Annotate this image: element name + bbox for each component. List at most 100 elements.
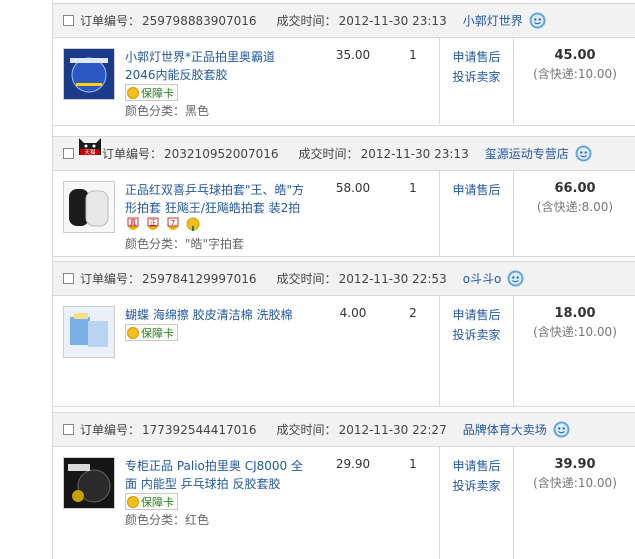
guarantee-card-icon [127,326,139,339]
shop-link[interactable]: 玺源运动专营店 [485,145,569,162]
order-card: 天猫 订单编号： 203210952007016 成交时间： 2012-11-3… [53,136,635,257]
product-thumbnail[interactable] [63,457,115,509]
shop-link[interactable]: 品牌体育大卖场 [463,421,547,438]
guarantee-coin-icon[interactable] [185,216,201,232]
authentic-badge-text: 真 [130,218,137,227]
genuine-badge-text: 正 [150,219,157,227]
quantity: 1 [409,181,417,195]
total-cell: 39.90 (含快递:10.00) [515,447,635,491]
total-cell: 66.00 (含快递:8.00) [515,171,635,215]
tmall-badge-text: 天猫 [84,148,96,156]
shop-link[interactable]: o斗斗o [463,270,502,287]
complain-seller-link[interactable]: 投诉卖家 [440,476,513,496]
apply-after-sale-link[interactable]: 申请售后 [440,180,513,200]
order-total: 18.00 [554,306,596,321]
order-number: 259784129997016 [142,271,257,286]
product-title-link[interactable]: 专柜正品 Palio拍里奥 CJ8000 全面 内能型 乒乓球拍 反胶套胶 [125,457,305,493]
apply-after-sale-link[interactable]: 申请售后 [440,456,513,476]
order-select-checkbox[interactable] [63,148,74,159]
wangwang-chat-icon[interactable] [529,12,546,29]
seven-day-return-icon[interactable]: 7 [165,216,181,232]
order-body: 小郭灯世界*正品拍里奥霸道2046内能反胶套胶 保障卡 颜色分类：黑色 35.0… [53,38,635,124]
apply-after-sale-link[interactable]: 申请售后 [440,47,513,67]
deal-time-label: 成交时间： [298,147,359,161]
seven-day-return-text: 7 [171,219,175,227]
shipping-fee: (含快递:8.00) [536,200,614,214]
quantity: 1 [409,457,417,471]
wangwang-chat-icon[interactable] [575,145,592,162]
order-total: 39.90 [554,457,596,472]
product-badges: 保障卡 [125,493,178,510]
wangwang-chat-icon[interactable] [553,421,570,438]
order-card: 订单编号： 259784129997016 成交时间： 2012-11-30 2… [53,261,635,407]
order-select-checkbox[interactable] [63,15,74,26]
order-number-label: 订单编号： [80,272,141,286]
unit-price: 29.90 [335,457,371,471]
order-select-checkbox[interactable] [63,273,74,284]
product-thumbnail[interactable] [63,306,115,358]
guarantee-card-badge[interactable]: 保障卡 [125,324,178,341]
order-body: 正品红双喜乒乓球拍套"王、皓"方形拍套 狂飚王/狂飚皓拍套 装2拍 真 正 7 … [53,171,635,257]
product-thumbnail[interactable] [63,181,115,233]
deal-time-label: 成交时间： [276,423,337,437]
product-spec: 颜色分类："皓"字拍套 [125,237,245,251]
guarantee-card-icon [127,86,139,99]
actions-cell: 申请售后 [439,171,514,257]
guarantee-card-icon [127,495,139,508]
product-title-link[interactable]: 蝴蝶 海绵擦 胶皮清洁棉 洗胶棉 [125,306,305,324]
quantity: 1 [409,48,417,62]
tmall-cat-icon: 天猫 [79,138,101,156]
quantity: 2 [409,306,417,320]
order-number: 259798883907016 [142,13,257,28]
order-body: 蝴蝶 海绵擦 胶皮清洁棉 洗胶棉 保障卡 4.00 2 申请售后 投诉卖家 18… [53,296,635,406]
order-body: 专柜正品 Palio拍里奥 CJ8000 全面 内能型 乒乓球拍 反胶套胶 保障… [53,447,635,559]
order-header: 订单编号： 259784129997016 成交时间： 2012-11-30 2… [53,261,635,296]
order-number: 177392544417016 [142,422,257,437]
complain-seller-link[interactable]: 投诉卖家 [440,67,513,87]
guarantee-card-label: 保障卡 [141,86,174,100]
guarantee-card-label: 保障卡 [141,495,174,509]
order-total: 66.00 [554,181,596,196]
genuine-badge-icon[interactable]: 正 [145,216,161,232]
order-card: 订单编号： 259798883907016 成交时间： 2012-11-30 2… [53,3,635,126]
product-badges: 保障卡 [125,84,178,101]
unit-price: 35.00 [335,48,371,62]
product-title-link[interactable]: 正品红双喜乒乓球拍套"王、皓"方形拍套 狂飚王/狂飚皓拍套 装2拍 [125,181,305,217]
guarantee-card-badge[interactable]: 保障卡 [125,84,178,101]
deal-time-label: 成交时间： [276,272,337,286]
unit-price: 4.00 [339,306,367,320]
guarantee-card-badge[interactable]: 保障卡 [125,493,178,510]
order-number-label: 订单编号： [102,147,163,161]
order-card: 订单编号： 177392544417016 成交时间： 2012-11-30 2… [53,412,635,559]
order-select-checkbox[interactable] [63,424,74,435]
product-title-link[interactable]: 小郭灯世界*正品拍里奥霸道2046内能反胶套胶 [125,48,305,84]
order-number-label: 订单编号： [80,423,141,437]
actions-cell: 申请售后 投诉卖家 [439,38,514,124]
shipping-fee: (含快递:10.00) [533,476,617,490]
order-number: 203210952007016 [164,146,279,161]
order-header: 订单编号： 259798883907016 成交时间： 2012-11-30 2… [53,3,635,38]
apply-after-sale-link[interactable]: 申请售后 [440,305,513,325]
product-thumbnail[interactable] [63,48,115,100]
order-number-label: 订单编号： [80,14,141,28]
shipping-fee: (含快递:10.00) [533,67,617,81]
deal-time: 2012-11-30 23:13 [338,13,447,28]
order-header: 天猫 订单编号： 203210952007016 成交时间： 2012-11-3… [53,136,635,171]
actions-cell: 申请售后 投诉卖家 [439,296,514,406]
product-spec: 颜色分类：黑色 [125,104,210,118]
order-total: 45.00 [554,48,596,63]
deal-time: 2012-11-30 22:53 [338,271,447,286]
authentic-badge-icon[interactable]: 真 [125,216,141,232]
shop-link[interactable]: 小郭灯世界 [463,12,523,29]
product-badges: 保障卡 [125,324,178,341]
deal-time-label: 成交时间： [276,14,337,28]
guarantee-card-label: 保障卡 [141,326,174,340]
product-badges: 真 正 7 [125,216,201,232]
total-cell: 18.00 (含快递:10.00) [515,296,635,340]
complain-seller-link[interactable]: 投诉卖家 [440,325,513,345]
wangwang-chat-icon[interactable] [507,270,524,287]
deal-time: 2012-11-30 22:27 [338,422,447,437]
product-spec: 颜色分类：红色 [125,513,210,527]
total-cell: 45.00 (含快递:10.00) [515,38,635,82]
order-header: 订单编号： 177392544417016 成交时间： 2012-11-30 2… [53,412,635,447]
